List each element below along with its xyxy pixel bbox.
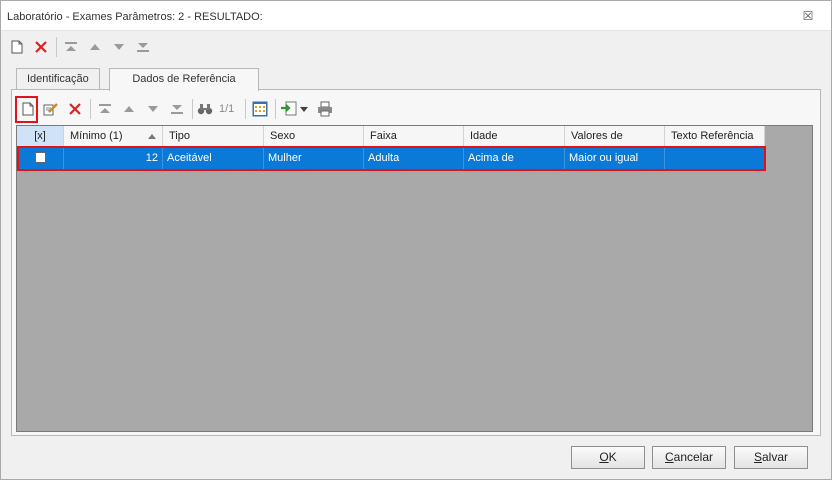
printer-icon	[318, 101, 332, 117]
cancel-mnemonic: C	[664, 450, 674, 464]
export-dropdown-button[interactable]	[299, 99, 309, 119]
first-record-button[interactable]	[61, 37, 81, 57]
window-title: Laboratório - Exames Parâmetros: 2 - RES…	[7, 11, 263, 23]
last-record-icon	[171, 105, 183, 114]
cell-faixa[interactable]: Adulta	[364, 148, 464, 169]
edit-icon	[43, 103, 58, 116]
column-header-idade[interactable]: Idade	[464, 126, 565, 147]
grid-header: [x] Mínimo (1) Tipo Sexo Faixa Idade Val…	[17, 126, 765, 147]
binoculars-icon	[197, 104, 213, 115]
next-record-button[interactable]	[109, 37, 129, 57]
ok-label: K	[608, 450, 617, 464]
grid-first-button[interactable]	[95, 99, 115, 119]
main-toolbar	[1, 32, 831, 62]
row-checkbox[interactable]	[35, 152, 46, 163]
dialog-window: Laboratório - Exames Parâmetros: 2 - RES…	[0, 0, 832, 480]
column-header-minimo[interactable]: Mínimo (1)	[64, 126, 163, 147]
save-button[interactable]: Salvar	[734, 446, 808, 469]
cell-texto-referencia[interactable]	[665, 148, 765, 169]
pager-indicator: 1/1	[219, 103, 235, 115]
new-document-button[interactable]	[7, 37, 27, 57]
toolbar-separator	[192, 99, 193, 119]
print-button[interactable]	[315, 99, 335, 119]
grid-layout-button[interactable]	[250, 99, 270, 119]
reference-data-grid: [x] Mínimo (1) Tipo Sexo Faixa Idade Val…	[16, 125, 813, 432]
cell-sexo[interactable]: Mulher	[264, 148, 364, 169]
cell-valores-de[interactable]: Maior ou igual	[565, 148, 665, 169]
column-header-minimo-label: Mínimo (1)	[70, 130, 123, 142]
cancel-label: ancelar	[673, 450, 714, 464]
add-record-button[interactable]	[18, 99, 38, 119]
sort-ascending-icon	[148, 134, 156, 139]
new-document-icon	[11, 40, 23, 54]
column-header-tipo[interactable]: Tipo	[163, 126, 264, 147]
last-record-icon	[137, 43, 149, 52]
previous-record-button[interactable]	[85, 37, 105, 57]
first-record-icon	[65, 42, 77, 51]
cell-minimo[interactable]: 12	[64, 148, 163, 169]
table-row[interactable]: 12 Aceitável Mulher Adulta Acima de Maio…	[17, 148, 765, 169]
tab-identificacao[interactable]: Identificação	[16, 68, 100, 90]
column-header-valores-de[interactable]: Valores de	[565, 126, 665, 147]
grid-toolbar: 1/1	[13, 95, 819, 123]
first-record-icon	[99, 104, 111, 113]
export-button[interactable]	[279, 99, 299, 119]
save-label: alvar	[762, 450, 789, 464]
arrow-up-icon	[124, 106, 134, 112]
grid-layout-icon	[252, 101, 268, 117]
last-record-button[interactable]	[133, 37, 153, 57]
title-bar: Laboratório - Exames Parâmetros: 2 - RES…	[1, 1, 831, 31]
row-select-cell[interactable]	[17, 148, 64, 169]
grid-previous-button[interactable]	[119, 99, 139, 119]
cancel-button[interactable]: Cancelar	[652, 446, 726, 469]
close-icon[interactable]: ☒	[801, 9, 815, 23]
arrow-down-icon	[114, 44, 124, 50]
delete-button[interactable]	[31, 37, 51, 57]
toolbar-separator	[275, 99, 276, 119]
search-button[interactable]	[195, 99, 215, 119]
grid-next-button[interactable]	[143, 99, 163, 119]
export-icon	[281, 101, 297, 116]
cell-tipo[interactable]: Aceitável	[163, 148, 264, 169]
toolbar-separator	[245, 99, 246, 119]
new-document-icon	[22, 102, 34, 116]
toolbar-separator	[90, 99, 91, 119]
column-header-sexo[interactable]: Sexo	[264, 126, 364, 147]
arrow-down-icon	[148, 106, 158, 112]
ok-mnemonic: O	[599, 450, 609, 464]
column-header-texto-referencia[interactable]: Texto Referência	[665, 126, 765, 147]
ok-button[interactable]: OK	[571, 446, 645, 469]
delete-icon	[35, 41, 47, 53]
arrow-up-icon	[90, 44, 100, 50]
delete-icon	[69, 103, 81, 115]
cell-idade[interactable]: Acima de	[464, 148, 565, 169]
column-header-faixa[interactable]: Faixa	[364, 126, 464, 147]
delete-record-button[interactable]	[65, 99, 85, 119]
tab-dados-de-referencia[interactable]: Dados de Referência	[109, 68, 259, 91]
chevron-down-icon	[300, 106, 308, 112]
toolbar-separator	[56, 37, 57, 57]
column-header-select[interactable]: [x]	[17, 126, 64, 147]
grid-last-button[interactable]	[167, 99, 187, 119]
edit-record-button[interactable]	[41, 99, 61, 119]
save-mnemonic: S	[753, 450, 762, 464]
